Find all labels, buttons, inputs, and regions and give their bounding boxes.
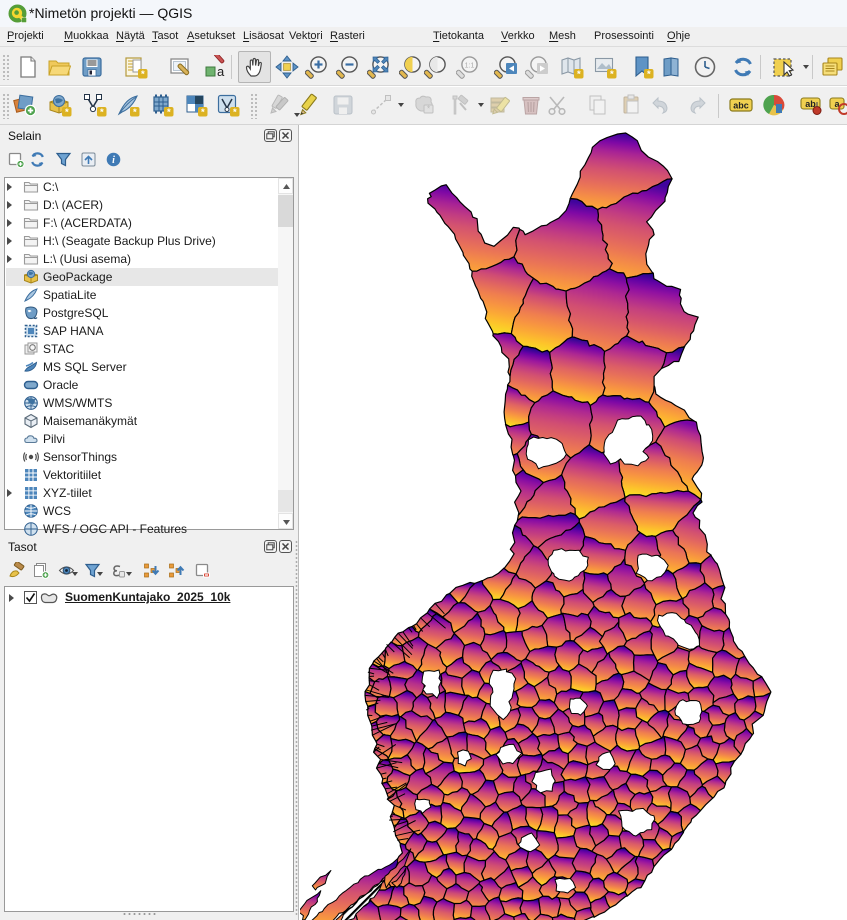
svg-text:*: * [233,107,237,117]
svg-text:*: * [201,107,205,117]
svg-text:*: * [610,69,614,79]
svg-text:abc: abc [733,101,749,111]
svg-text:*: * [167,107,171,117]
svg-text:*: * [577,69,581,79]
svg-text:1:1: 1:1 [465,63,475,70]
svg-text:a: a [217,64,225,79]
svg-text:*: * [141,69,145,79]
svg-text:*: * [133,107,137,117]
svg-text:*: * [65,107,69,117]
svg-text:i: i [112,155,115,166]
svg-text:*: * [647,69,651,79]
svg-text:*: * [427,105,430,114]
svg-text:*: * [100,107,104,117]
